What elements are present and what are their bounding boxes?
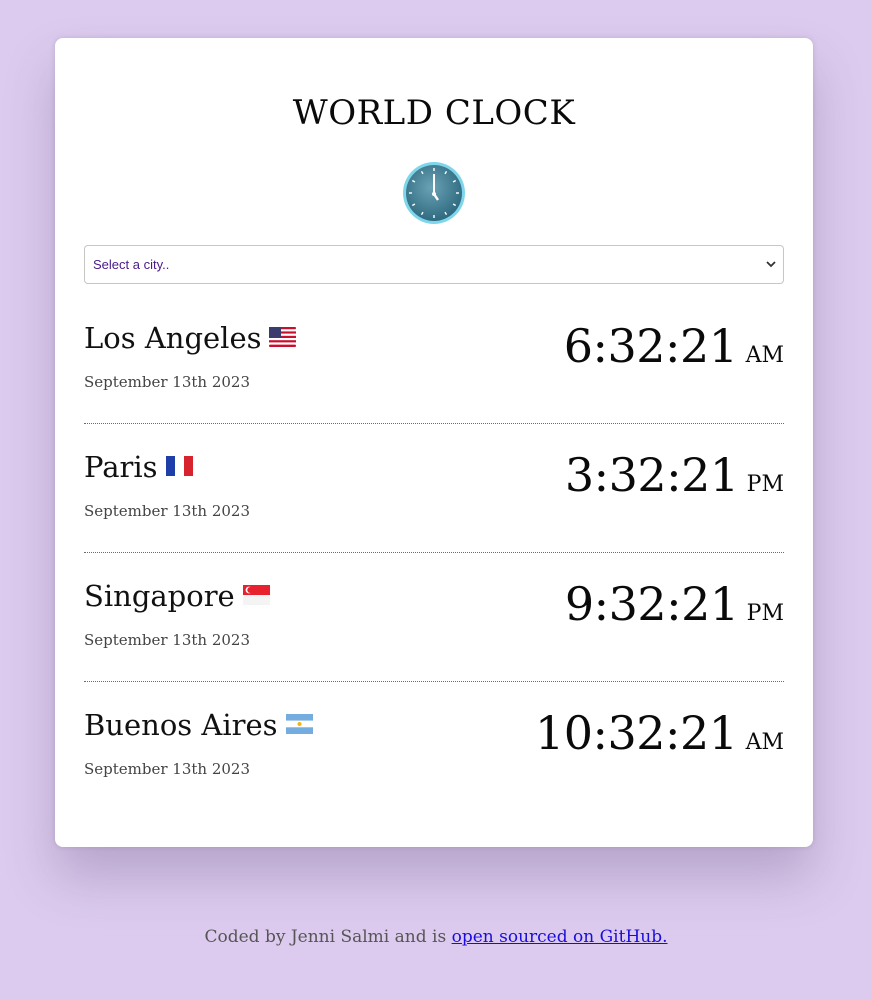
time-ampm: AM [745,730,784,755]
chevron-down-icon [766,261,776,268]
city-date: September 13th 2023 [84,760,251,778]
city-name: Singapore [84,579,235,613]
clock-icon [403,162,465,224]
city-select-placeholder: Select a city.. [93,257,170,272]
city-date: September 13th 2023 [84,631,251,649]
city-row-los-angeles: Los Angeles September 13th 2023 6:32:21 A… [84,295,784,424]
city-name-wrap: Los Angeles [84,321,297,355]
page-title: WORLD CLOCK [292,93,576,133]
us-flag-icon [269,327,297,347]
city-row-singapore: Singapore September 13th 2023 9:32:21 PM [84,553,784,682]
city-list: Los Angeles September 13th 2023 6:32:21 A… [84,295,784,811]
time-value: 10:32:21 [534,706,738,760]
city-name: Los Angeles [84,321,262,355]
city-name-wrap: Singapore [84,579,270,613]
world-clock-card: WORLD CLOCK Select a city.. Los Angeles … [55,38,813,847]
city-date: September 13th 2023 [84,502,251,520]
france-flag-icon [165,456,193,476]
time-ampm: AM [745,343,784,368]
github-link[interactable]: open sourced on GitHub. [452,927,668,947]
city-row-paris: Paris September 13th 2023 3:32:21 PM [84,424,784,553]
singapore-flag-icon [242,585,270,605]
time-ampm: PM [746,601,784,626]
time-ampm: PM [746,472,784,497]
footer: Coded by Jenni Salmi and is open sourced… [0,927,872,947]
city-name-wrap: Paris [84,450,193,484]
city-row-buenos-aires: Buenos Aires September 13th 2023 10:32:2… [84,682,784,811]
city-time: 6:32:21 AM [564,319,784,373]
time-value: 3:32:21 [564,448,739,502]
city-name: Paris [84,450,158,484]
city-time: 3:32:21 PM [565,448,784,502]
city-date: September 13th 2023 [84,373,251,391]
city-name-wrap: Buenos Aires [84,708,313,742]
city-select[interactable]: Select a city.. [84,245,784,284]
city-time: 9:32:21 PM [565,577,784,631]
city-time: 10:32:21 AM [535,706,784,760]
time-value: 6:32:21 [563,319,738,373]
city-name: Buenos Aires [84,708,278,742]
time-value: 9:32:21 [564,577,739,631]
argentina-flag-icon [285,714,313,734]
footer-text: Coded by Jenni Salmi and is [204,927,452,947]
